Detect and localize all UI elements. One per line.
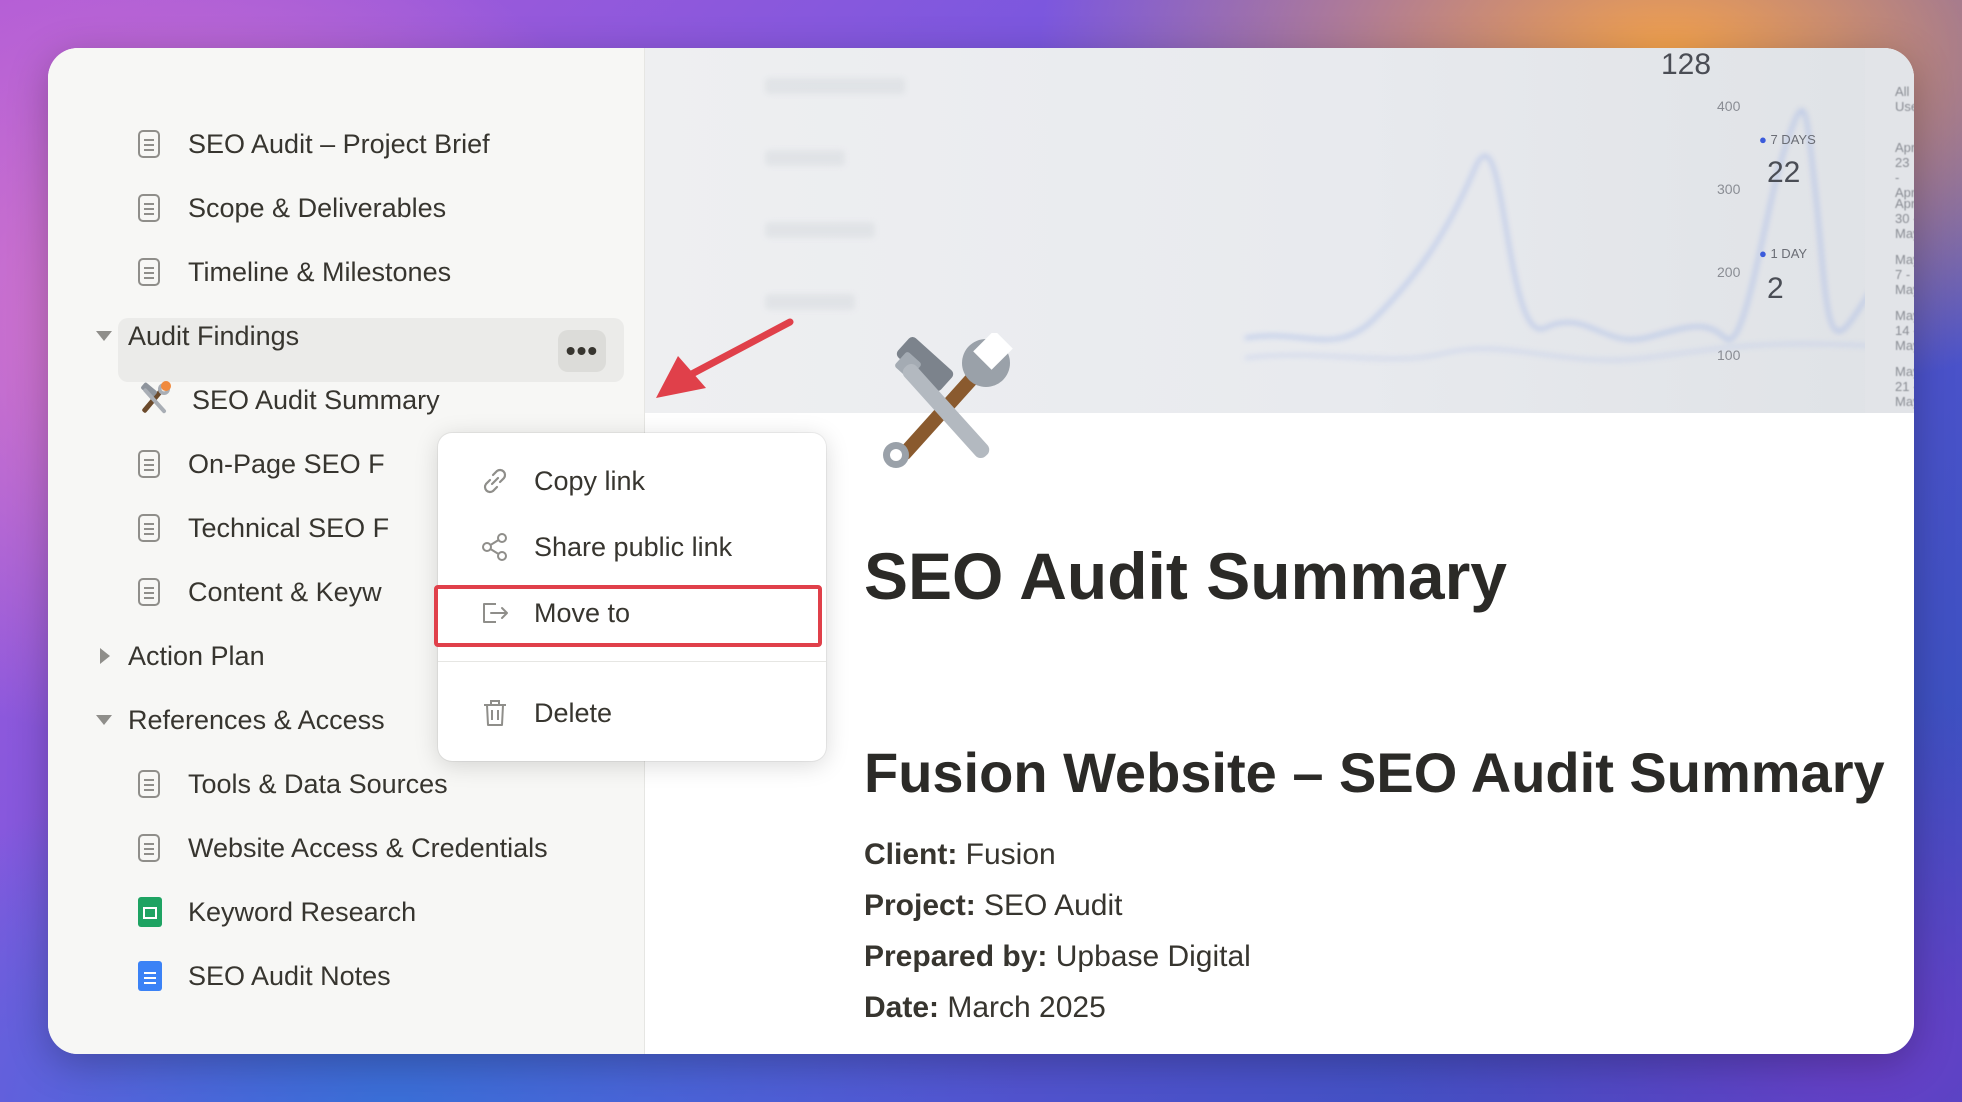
y-tick: 100	[1717, 347, 1741, 363]
sidebar-item-label: Scope & Deliverables	[188, 192, 447, 223]
sidebar-item-label: SEO Audit Notes	[188, 960, 391, 991]
sidebar-item-label: Tools & Data Sources	[188, 768, 448, 799]
sidebar-item-label: References & Access	[128, 704, 385, 735]
menu-divider	[438, 661, 826, 662]
sidebar-item-label: On-Page SEO F	[188, 448, 385, 479]
more-horizontal-icon: •••	[565, 335, 599, 366]
google-docs-icon	[138, 961, 162, 991]
caret-down-icon[interactable]	[96, 331, 112, 341]
more-options-button[interactable]: •••	[558, 330, 606, 372]
seven-days-label: ● 7 DAYS	[1759, 132, 1816, 147]
sidebar-item-content-keywords[interactable]: Content & Keyw	[138, 564, 382, 620]
sidebar-item-tools-data-sources[interactable]: Tools & Data Sources	[138, 756, 448, 812]
meta-client: Client: Fusion	[864, 838, 1056, 871]
sidebar-item-label: SEO Audit – Project Brief	[188, 128, 490, 159]
side-label: All Users	[1895, 84, 1914, 114]
page-icon	[138, 194, 160, 222]
sidebar-item-label: Timeline & Milestones	[188, 256, 452, 287]
move-to-highlight	[434, 585, 822, 647]
sidebar-folder-action-plan[interactable]: Action Plan	[96, 628, 265, 684]
sidebar-item-project-brief[interactable]: SEO Audit – Project Brief	[138, 116, 490, 172]
menu-item-share-public-link[interactable]: Share public link	[438, 519, 826, 575]
menu-item-label: Share public link	[534, 531, 733, 562]
meta-date: Date: March 2025	[864, 991, 1106, 1024]
page-icon	[138, 770, 160, 798]
sidebar-folder-references[interactable]: References & Access	[96, 692, 385, 748]
google-sheets-icon	[138, 897, 162, 927]
hammer-wrench-icon[interactable]	[868, 333, 1018, 483]
cover-image: 128 400 300 200 100 ● 7 DAYS 22 ● 1 DAY …	[645, 48, 1914, 413]
sidebar-item-seo-audit-notes[interactable]: SEO Audit Notes	[138, 948, 391, 1004]
stat-total: 128	[1661, 48, 1712, 81]
annotation-arrow-icon	[656, 318, 794, 398]
page-icon	[138, 130, 160, 158]
menu-item-label: Delete	[534, 697, 613, 728]
meta-prepared-by: Prepared by: Upbase Digital	[864, 940, 1251, 973]
side-row: May 14 - May	[1895, 308, 1914, 353]
side-row: Apr 23 - Apr	[1895, 140, 1914, 200]
page-icon	[138, 258, 160, 286]
sidebar-item-label: Action Plan	[128, 640, 265, 671]
sidebar-item-label: SEO Audit Summary	[192, 384, 440, 415]
y-tick: 200	[1717, 264, 1741, 280]
y-tick: 400	[1717, 98, 1741, 114]
page-title[interactable]: SEO Audit Summary	[864, 538, 1507, 614]
menu-item-delete[interactable]: Delete	[438, 685, 826, 741]
sidebar-item-keyword-research[interactable]: Keyword Research	[138, 884, 416, 940]
meta-project: Project: SEO Audit	[864, 889, 1123, 922]
sidebar-item-timeline[interactable]: Timeline & Milestones	[138, 244, 451, 300]
sidebar-item-technical-seo[interactable]: Technical SEO F	[138, 500, 389, 556]
sidebar-item-label: Content & Keyw	[188, 576, 382, 607]
page-icon	[138, 450, 160, 478]
page-icon	[138, 514, 160, 542]
page-icon	[138, 578, 160, 606]
caret-right-icon[interactable]	[100, 648, 110, 664]
page-icon	[138, 834, 160, 862]
side-row: Apr 30 - May	[1895, 196, 1914, 241]
link-icon	[483, 468, 507, 494]
hammer-wrench-icon	[141, 381, 171, 414]
sidebar-item-label: Website Access & Credentials	[188, 832, 548, 863]
side-row: May 7 - May	[1895, 252, 1914, 297]
sidebar-item-scope[interactable]: Scope & Deliverables	[138, 180, 446, 236]
menu-item-label: Copy link	[534, 465, 646, 496]
caret-down-icon[interactable]	[96, 715, 112, 725]
menu-item-copy-link[interactable]: Copy link	[438, 453, 826, 509]
sidebar-item-on-page-seo[interactable]: On-Page SEO F	[138, 436, 385, 492]
sidebar-item-seo-audit-summary[interactable]: SEO Audit Summary	[134, 372, 440, 428]
y-tick: 300	[1717, 181, 1741, 197]
share-icon	[482, 533, 507, 561]
one-day-value: 2	[1767, 272, 1784, 305]
trash-icon	[484, 700, 506, 726]
seven-days-value: 22	[1767, 156, 1801, 189]
sidebar-folder-audit-findings[interactable]: Audit Findings	[96, 308, 299, 364]
sidebar-item-label: Keyword Research	[188, 896, 417, 927]
app-window: SEO Audit – Project Brief Scope & Delive…	[48, 48, 1914, 1054]
sidebar-item-label: Technical SEO F	[188, 512, 390, 543]
sidebar-item-label: Audit Findings	[128, 320, 300, 351]
side-row: May 21 - May	[1895, 364, 1914, 409]
one-day-label: ● 1 DAY	[1759, 246, 1808, 261]
page-heading: Fusion Website – SEO Audit Summary	[864, 741, 1885, 804]
sidebar-item-website-access[interactable]: Website Access & Credentials	[138, 820, 548, 876]
